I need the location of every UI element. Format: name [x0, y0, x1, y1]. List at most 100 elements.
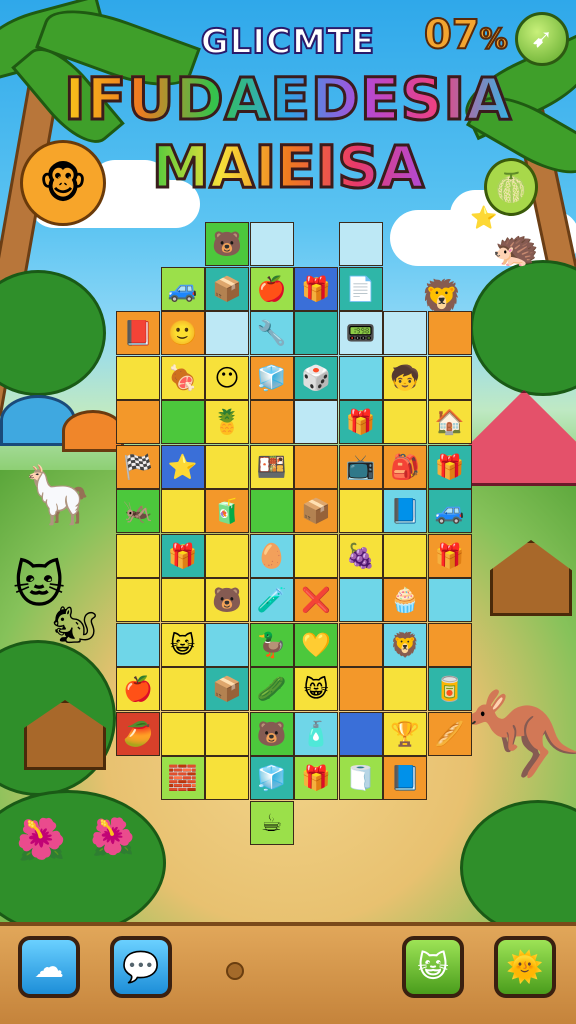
board-tile[interactable]: 🎁 [294, 266, 338, 311]
board-tile[interactable]: 📺 [338, 444, 383, 489]
cat-face-button[interactable]: 😺 [402, 936, 464, 998]
board-cell-empty[interactable] [383, 311, 427, 355]
board-cell-empty[interactable] [294, 533, 338, 578]
board-tile[interactable]: 🥖 [427, 711, 472, 756]
sun-cat-button[interactable]: 🌞 [494, 936, 556, 998]
board-cell-empty[interactable] [294, 400, 338, 444]
board-cell-empty[interactable] [294, 444, 338, 489]
board-tile[interactable]: 🧒 [383, 355, 427, 400]
board-tile[interactable]: 🧪 [249, 578, 294, 622]
board-tile[interactable]: 🦗 [116, 489, 160, 533]
board-cell-empty[interactable] [116, 533, 160, 578]
board-tile[interactable]: 💛 [294, 622, 338, 667]
board-tile[interactable]: 🍱 [249, 444, 294, 489]
board-tile[interactable]: 📦 [205, 266, 249, 311]
board-cell-empty[interactable] [160, 578, 205, 622]
board-tile[interactable]: 🧃 [205, 489, 249, 533]
board-cell-empty[interactable] [338, 578, 383, 622]
menu-button[interactable]: ➹ [515, 12, 569, 66]
board-tile[interactable]: ☕ [249, 800, 294, 845]
board-tile[interactable]: 📕 [116, 311, 160, 355]
board-tile[interactable]: 🏠 [427, 400, 472, 444]
board-tile[interactable]: 🐻 [249, 711, 294, 756]
board-cell-empty[interactable] [427, 622, 472, 667]
board-tile[interactable]: 📄 [338, 266, 383, 311]
board-tile[interactable]: 🍇 [338, 533, 383, 578]
board-tile[interactable]: 🍍 [205, 400, 249, 444]
board-cell-empty[interactable] [116, 400, 160, 444]
board-tile[interactable]: 🚙 [160, 266, 205, 311]
board-cell-empty[interactable] [338, 222, 383, 266]
board-tile[interactable]: 📦 [205, 667, 249, 711]
board-tile[interactable]: 🦆 [249, 622, 294, 667]
board-cell-empty[interactable] [205, 311, 249, 355]
board-cell-empty[interactable] [116, 355, 160, 400]
board-cell-empty[interactable] [383, 400, 427, 444]
board-tile[interactable]: 🧴 [294, 711, 338, 756]
board-cell-empty[interactable] [160, 667, 205, 711]
board-cell-empty[interactable] [205, 533, 249, 578]
board-tile[interactable]: 🧁 [383, 578, 427, 622]
board-tile[interactable]: 🔧 [249, 311, 294, 355]
board-tile[interactable]: 🎁 [338, 400, 383, 444]
board-tile[interactable]: 🥭 [116, 711, 160, 756]
board-cell-empty[interactable] [160, 400, 205, 444]
board-tile[interactable]: ❌ [294, 578, 338, 622]
board-cell-empty[interactable] [294, 311, 338, 355]
board-tile[interactable]: 🥒 [249, 667, 294, 711]
board-tile[interactable]: 🎁 [427, 533, 472, 578]
board-tile[interactable]: 📘 [383, 489, 427, 533]
board-cell-empty[interactable] [338, 667, 383, 711]
board-cell-empty[interactable] [338, 711, 383, 756]
board-cell-empty[interactable] [338, 622, 383, 667]
board-tile[interactable]: ⭐ [160, 444, 205, 489]
board-cell-empty[interactable] [383, 533, 427, 578]
board-tile[interactable]: 🍎 [249, 266, 294, 311]
board-tile[interactable]: 🙂 [160, 311, 205, 355]
board-cell-empty[interactable] [427, 355, 472, 400]
board-cell-empty[interactable] [205, 622, 249, 667]
board-tile[interactable]: 🍎 [116, 667, 160, 711]
board-cell-empty[interactable] [160, 489, 205, 533]
cloud-chat-button[interactable]: ☁ [18, 936, 80, 998]
board-cell-empty[interactable] [427, 578, 472, 622]
board-tile[interactable]: 🥚 [249, 533, 294, 578]
board-tile[interactable]: 🐻 [205, 578, 249, 622]
board-cell-empty[interactable] [249, 222, 294, 266]
board-cell-empty[interactable] [427, 311, 472, 355]
board-tile[interactable]: 🦁 [383, 622, 427, 667]
board-tile[interactable]: 🎁 [427, 444, 472, 489]
board-tile[interactable]: 🧱 [160, 756, 205, 800]
board-cell-empty[interactable] [116, 622, 160, 667]
board-tile[interactable]: 🍖 [160, 355, 205, 400]
board-cell-empty[interactable] [116, 578, 160, 622]
board-cell-empty[interactable] [205, 444, 249, 489]
board-tile[interactable]: 🏆 [383, 711, 427, 756]
board-cell-empty[interactable] [160, 711, 205, 756]
board-cell-empty[interactable] [383, 667, 427, 711]
board-cell-empty[interactable] [338, 355, 383, 400]
board-tile[interactable]: 🚙 [427, 489, 472, 533]
board-cell-empty[interactable] [205, 711, 249, 756]
board-tile[interactable]: 😶 [205, 355, 249, 400]
board-tile[interactable]: 🏁 [116, 444, 160, 489]
board-cell-empty[interactable] [338, 489, 383, 533]
board-tile[interactable]: 📦 [294, 489, 338, 533]
board-tile[interactable]: 📘 [383, 756, 427, 800]
board-tile[interactable]: 🧊 [249, 756, 294, 800]
board-tile[interactable]: 🎒 [383, 444, 427, 489]
board-tile[interactable]: 😸 [294, 667, 338, 711]
board-tile[interactable]: 🧻 [338, 756, 383, 800]
board-tile[interactable]: 🎁 [160, 533, 205, 578]
board-tile[interactable]: 🎲 [294, 355, 338, 400]
board-tile[interactable]: 🐻 [205, 222, 249, 266]
board-cell-empty[interactable] [205, 756, 249, 800]
board-tile[interactable]: 🧊 [249, 355, 294, 400]
board-tile[interactable]: 🎁 [294, 756, 338, 800]
board-tile[interactable]: 😺 [160, 622, 205, 667]
board-cell-empty[interactable] [249, 400, 294, 444]
board-cell-empty[interactable] [249, 489, 294, 533]
board-tile[interactable]: 🥫 [427, 667, 472, 711]
speech-bubble-button[interactable]: 💬 [110, 936, 172, 998]
board-tile[interactable]: 📟 [338, 311, 383, 355]
